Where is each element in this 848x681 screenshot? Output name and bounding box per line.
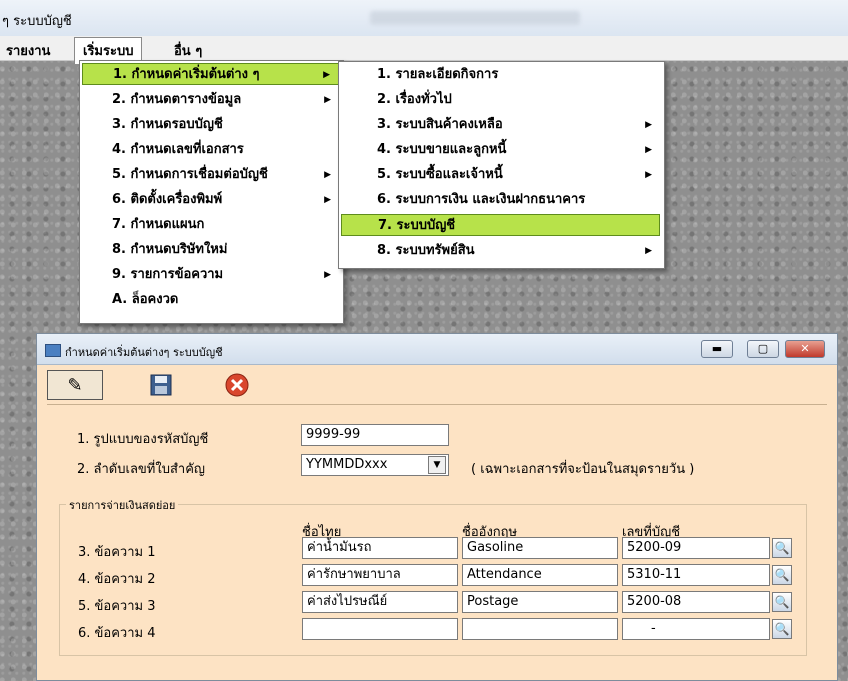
account-code-format-label: 1. รูปแบบของรหัสบัญชี bbox=[77, 432, 209, 447]
account-number-input[interactable]: 5200-09 bbox=[622, 537, 770, 559]
row-label: 6. ข้อความ 4 bbox=[78, 626, 156, 641]
english-name-input[interactable]: Gasoline bbox=[462, 537, 618, 559]
thai-name-input[interactable]: ค่ารักษาพยาบาล bbox=[302, 564, 458, 586]
thai-name-input[interactable]: ค่าน้ำมันรถ bbox=[302, 537, 458, 559]
submenu-arrow-icon: ▶ bbox=[645, 145, 652, 155]
app-title: ๆ ระบบบัญชี bbox=[2, 14, 72, 29]
voucher-number-order-select[interactable]: YYMMDDxxx ▼ bbox=[301, 454, 449, 476]
submenu-arrow-icon: ▶ bbox=[324, 270, 331, 280]
submenu-arrow-icon: ▶ bbox=[645, 120, 652, 130]
account-code-format-input[interactable]: 9999-99 bbox=[301, 424, 449, 446]
submenu-arrow-icon: ▶ bbox=[324, 95, 331, 105]
maximize-button[interactable]: ▢ bbox=[747, 340, 779, 358]
voucher-number-note: ( เฉพาะเอกสารที่จะป้อนในสมุดรายวัน ) bbox=[471, 462, 695, 477]
dialog-title-bar: กำหนดค่าเริ่มต้นต่างๆ ระบบบัญชี ▬ ▢ ✕ bbox=[37, 334, 837, 365]
submenu-item-general[interactable]: 2. เรื่องทั่วไป bbox=[341, 89, 660, 111]
search-icon[interactable]: 🔍 bbox=[772, 538, 792, 558]
row-label: 3. ข้อความ 1 bbox=[78, 545, 156, 560]
row-label: 5. ข้อความ 3 bbox=[78, 599, 156, 614]
voucher-number-order-value: YYMMDDxxx bbox=[306, 457, 388, 472]
menu-report[interactable]: รายงาน bbox=[0, 39, 56, 62]
blurred-title-text bbox=[370, 11, 580, 25]
submenu-item-accounting[interactable]: 7. ระบบบัญชี bbox=[341, 214, 660, 236]
menu-item-account-links[interactable]: 5. กำหนดการเชื่อมต่อบัญชี ▶ bbox=[82, 164, 339, 186]
account-number-input[interactable]: 5200-08 bbox=[622, 591, 770, 613]
submenu-arrow-icon: ▶ bbox=[645, 170, 652, 180]
submenu-arrow-icon: ▶ bbox=[324, 195, 331, 205]
default-settings-submenu: 1. รายละเอียดกิจการ 2. เรื่องทั่วไป 3. ร… bbox=[338, 61, 665, 269]
submenu-item-business-details[interactable]: 1. รายละเอียดกิจการ bbox=[341, 64, 660, 86]
row-label: 4. ข้อความ 2 bbox=[78, 572, 156, 587]
english-name-input[interactable]: Attendance bbox=[462, 564, 618, 586]
menu-item-message-list[interactable]: 9. รายการข้อความ ▶ bbox=[82, 264, 339, 286]
minimize-button[interactable]: ▬ bbox=[701, 340, 733, 358]
menu-item-printer-setup[interactable]: 6. ติดตั้งเครื่องพิมพ์ ▶ bbox=[82, 189, 339, 211]
submenu-arrow-icon: ▶ bbox=[645, 246, 652, 256]
menu-item-default-settings[interactable]: 1. กำหนดค่าเริ่มต้นต่าง ๆ ▶ bbox=[82, 63, 339, 85]
menu-bar: รายงาน เริ่มระบบ อื่น ๆ bbox=[0, 36, 848, 64]
voucher-number-order-label: 2. ลำดับเลขที่ใบสำคัญ bbox=[77, 462, 205, 477]
submenu-item-sales-receivables[interactable]: 4. ระบบขายและลูกหนี้ ▶ bbox=[341, 139, 660, 161]
search-icon[interactable]: 🔍 bbox=[772, 619, 792, 639]
menu-other[interactable]: อื่น ๆ bbox=[168, 39, 208, 62]
cancel-button[interactable] bbox=[219, 370, 255, 400]
submenu-item-purchase-payables[interactable]: 5. ระบบซื้อและเจ้าหนี้ ▶ bbox=[341, 164, 660, 186]
dialog-title: กำหนดค่าเริ่มต้นต่างๆ ระบบบัญชี bbox=[65, 346, 223, 359]
english-name-input[interactable]: Postage bbox=[462, 591, 618, 613]
submenu-item-inventory[interactable]: 3. ระบบสินค้าคงเหลือ ▶ bbox=[341, 114, 660, 136]
window-icon bbox=[45, 344, 61, 357]
search-icon[interactable]: 🔍 bbox=[772, 592, 792, 612]
petty-cash-group-title: รายการจ่ายเงินสดย่อย bbox=[66, 496, 179, 514]
cancel-icon bbox=[225, 373, 249, 397]
menu-item-departments[interactable]: 7. กำหนดแผนก bbox=[82, 214, 339, 236]
dropdown-arrow-icon[interactable]: ▼ bbox=[428, 456, 446, 474]
dialog-toolbar: ✎ bbox=[47, 368, 827, 405]
save-button[interactable] bbox=[143, 370, 179, 400]
menu-item-document-numbers[interactable]: 4. กำหนดเลขที่เอกสาร bbox=[82, 139, 339, 161]
menu-item-data-tables[interactable]: 2. กำหนดตารางข้อมูล ▶ bbox=[82, 89, 339, 111]
save-icon bbox=[150, 374, 172, 396]
submenu-arrow-icon: ▶ bbox=[324, 170, 331, 180]
thai-name-input[interactable]: ค่าส่งไปรษณีย์ bbox=[302, 591, 458, 613]
submenu-arrow-icon: ▶ bbox=[323, 70, 330, 80]
menu-item-fiscal-period[interactable]: 3. กำหนดรอบบัญชี bbox=[82, 114, 339, 136]
english-name-input[interactable] bbox=[462, 618, 618, 640]
account-number-input[interactable]: 5310-11 bbox=[622, 564, 770, 586]
menu-item-lock-period[interactable]: A. ล็อคงวด bbox=[82, 289, 339, 311]
start-system-menu: 1. กำหนดค่าเริ่มต้นต่าง ๆ ▶ 2. กำหนดตาราง… bbox=[79, 60, 344, 324]
edit-button[interactable]: ✎ bbox=[47, 370, 103, 400]
petty-cash-group: รายการจ่ายเงินสดย่อย ชื่อไทย ชื่ออังกฤษ … bbox=[59, 496, 807, 656]
edit-icon: ✎ bbox=[67, 375, 83, 396]
submenu-item-finance-bank[interactable]: 6. ระบบการเงิน และเงินฝากธนาคาร bbox=[341, 189, 660, 211]
menu-item-new-company[interactable]: 8. กำหนดบริษัทใหม่ bbox=[82, 239, 339, 261]
account-number-input[interactable]: - bbox=[622, 618, 770, 640]
accounting-defaults-dialog: กำหนดค่าเริ่มต้นต่างๆ ระบบบัญชี ▬ ▢ ✕ ✎ … bbox=[36, 333, 838, 681]
app-title-bar: ๆ ระบบบัญชี bbox=[0, 0, 848, 37]
search-icon[interactable]: 🔍 bbox=[772, 565, 792, 585]
close-button[interactable]: ✕ bbox=[785, 340, 825, 358]
thai-name-input[interactable] bbox=[302, 618, 458, 640]
submenu-item-assets[interactable]: 8. ระบบทรัพย์สิน ▶ bbox=[341, 240, 660, 262]
